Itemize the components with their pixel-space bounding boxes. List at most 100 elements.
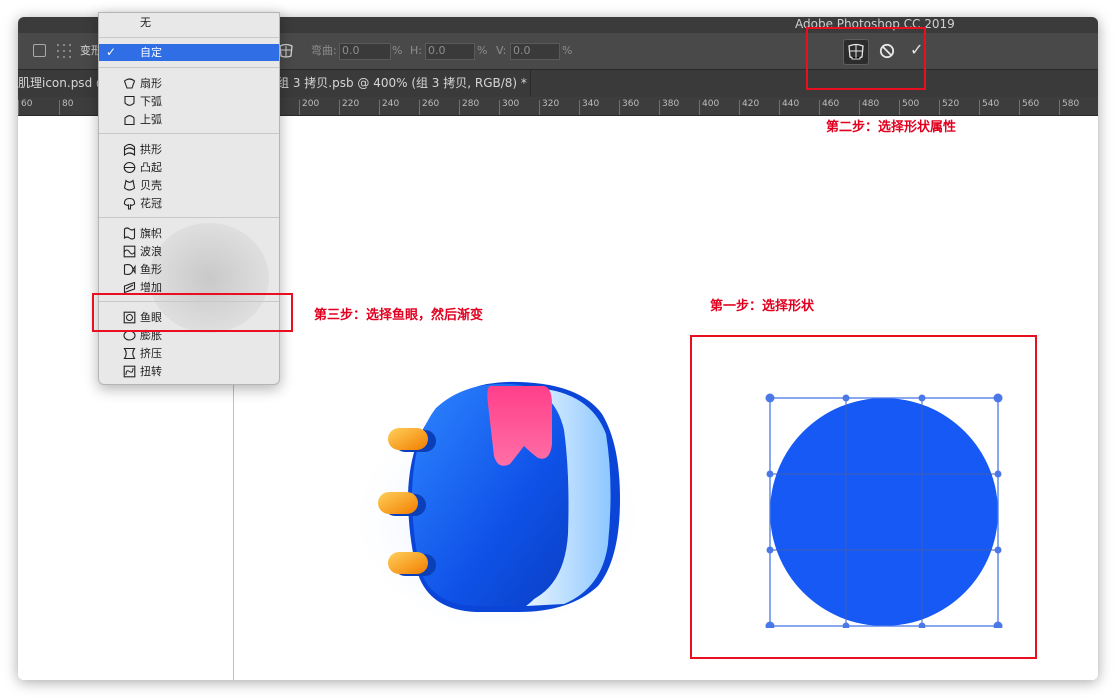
- tab-group3-copy[interactable]: 组 3 拷贝.psb @ 400% (组 3 拷贝, RGB/8) *: [277, 70, 527, 97]
- ruler-tick: [899, 100, 900, 115]
- ruler-tick: [419, 100, 420, 115]
- menu-item-arch[interactable]: 拱形: [99, 141, 279, 158]
- ruler-tick: [1019, 100, 1020, 115]
- ruler-tick: [819, 100, 820, 115]
- menu-item-twist[interactable]: 扭转: [99, 363, 279, 380]
- menu-item-label: 扭转: [140, 365, 162, 378]
- arc-upper-icon: [124, 115, 135, 126]
- ruler-label: 280: [462, 99, 480, 109]
- ruler-tick: [379, 100, 380, 115]
- ruler-tick: [299, 100, 300, 115]
- bulge-icon: [123, 161, 136, 174]
- arch-icon: [123, 143, 136, 156]
- annotation-step2: 第二步：选择形状属性: [826, 120, 957, 135]
- checkmark-icon: ✓: [106, 45, 117, 59]
- ruler-label: 460: [822, 99, 840, 109]
- twist-icon: [123, 365, 136, 378]
- ruler-tick: [59, 100, 60, 115]
- v-value: 0.0: [513, 44, 531, 57]
- ruler-label: 240: [382, 99, 400, 109]
- ruler-tick: [18, 100, 19, 115]
- ruler-label: 440: [782, 99, 800, 109]
- arc-icon: [123, 78, 136, 89]
- menu-item-flower[interactable]: 花冠: [99, 195, 279, 212]
- menu-item-label: 波浪: [140, 245, 162, 258]
- menu-item-none[interactable]: 无: [99, 14, 279, 31]
- menu-divider: [99, 217, 279, 218]
- v-field[interactable]: 0.0: [510, 43, 560, 60]
- notebook-icon-artwork: [358, 381, 638, 624]
- tab-texture-icon[interactable]: 肌理icon.psd @: [18, 70, 108, 97]
- menu-item-bulge[interactable]: 凸起: [99, 159, 279, 176]
- v-percent: %: [562, 44, 573, 57]
- ruler-label: 420: [742, 99, 760, 109]
- wave-icon: [123, 245, 136, 258]
- tab-divider: [530, 70, 531, 97]
- transform-checkbox[interactable]: [33, 44, 46, 57]
- menu-item-squeeze[interactable]: 挤压: [99, 345, 279, 362]
- ruler-label: 200: [302, 99, 320, 109]
- menu-item-label: 挤压: [140, 347, 162, 360]
- ruler-label: 560: [1022, 99, 1040, 109]
- reference-point-icon[interactable]: [55, 42, 72, 59]
- bend-label: 弯曲:: [311, 44, 337, 57]
- ruler-tick: [459, 100, 460, 115]
- shell-icon: [123, 179, 136, 191]
- h-value: 0.0: [428, 44, 446, 57]
- ruler-label: 60: [21, 99, 33, 109]
- ruler-label: 340: [582, 99, 600, 109]
- menu-item-label: 上弧: [140, 113, 162, 126]
- menu-item-fish[interactable]: 鱼形: [99, 261, 279, 278]
- ruler-label: 380: [662, 99, 680, 109]
- step2-highlight-box: [806, 27, 926, 90]
- ruler-label: 300: [502, 99, 520, 109]
- menu-item-arc[interactable]: 扇形: [99, 75, 279, 92]
- flag-icon: [123, 227, 136, 240]
- ruler-label: 480: [862, 99, 880, 109]
- menu-item-label: 贝壳: [140, 179, 162, 192]
- ruler-tick: [1059, 100, 1060, 115]
- bend-percent: %: [392, 44, 403, 57]
- h-percent: %: [477, 44, 488, 57]
- ruler-label: 360: [622, 99, 640, 109]
- menu-item-label: 旗帜: [140, 227, 162, 240]
- ruler-tick: [779, 100, 780, 115]
- menu-item-label: 自定: [140, 46, 162, 59]
- menu-item-flag[interactable]: 旗帜: [99, 225, 279, 242]
- menu-item-shell[interactable]: 贝壳: [99, 177, 279, 194]
- menu-item-label: 无: [140, 16, 151, 29]
- bend-value: 0.0: [342, 44, 360, 57]
- ruler-label: 80: [62, 99, 74, 109]
- annotation-step3: 第三步：选择鱼眼，然后渐变: [314, 308, 484, 323]
- menu-item-arc-lower[interactable]: 下弧: [99, 93, 279, 110]
- menu-item-label: 凸起: [140, 161, 162, 174]
- menu-item-wave[interactable]: 波浪: [99, 243, 279, 260]
- ruler-tick: [619, 100, 620, 115]
- ruler-tick: [939, 100, 940, 115]
- bend-field[interactable]: 0.0: [339, 43, 391, 60]
- flower-icon: [123, 197, 136, 210]
- menu-item-label: 下弧: [140, 95, 162, 108]
- ruler-label: 520: [942, 99, 960, 109]
- ruler-tick: [699, 100, 700, 115]
- menu-item-label: 扇形: [140, 77, 162, 90]
- squeeze-icon: [123, 347, 136, 360]
- ruler-tick: [739, 100, 740, 115]
- ruler-tick: [659, 100, 660, 115]
- ruler-tick: [979, 100, 980, 115]
- step3-highlight-box: [92, 293, 293, 332]
- h-label: H:: [410, 44, 422, 57]
- ruler-tick: [539, 100, 540, 115]
- step1-highlight-box: [690, 335, 1037, 659]
- menu-item-arc-upper[interactable]: 上弧: [99, 111, 279, 128]
- ruler-label: 260: [422, 99, 440, 109]
- ruler-tick: [579, 100, 580, 115]
- ruler-tick: [859, 100, 860, 115]
- v-label: V:: [496, 44, 507, 57]
- ruler-label: 580: [1062, 99, 1080, 109]
- ruler-label: 320: [542, 99, 560, 109]
- ruler-tick: [499, 100, 500, 115]
- menu-divider: [99, 133, 279, 134]
- menu-item-custom[interactable]: ✓ 自定: [99, 44, 279, 61]
- h-field[interactable]: 0.0: [425, 43, 475, 60]
